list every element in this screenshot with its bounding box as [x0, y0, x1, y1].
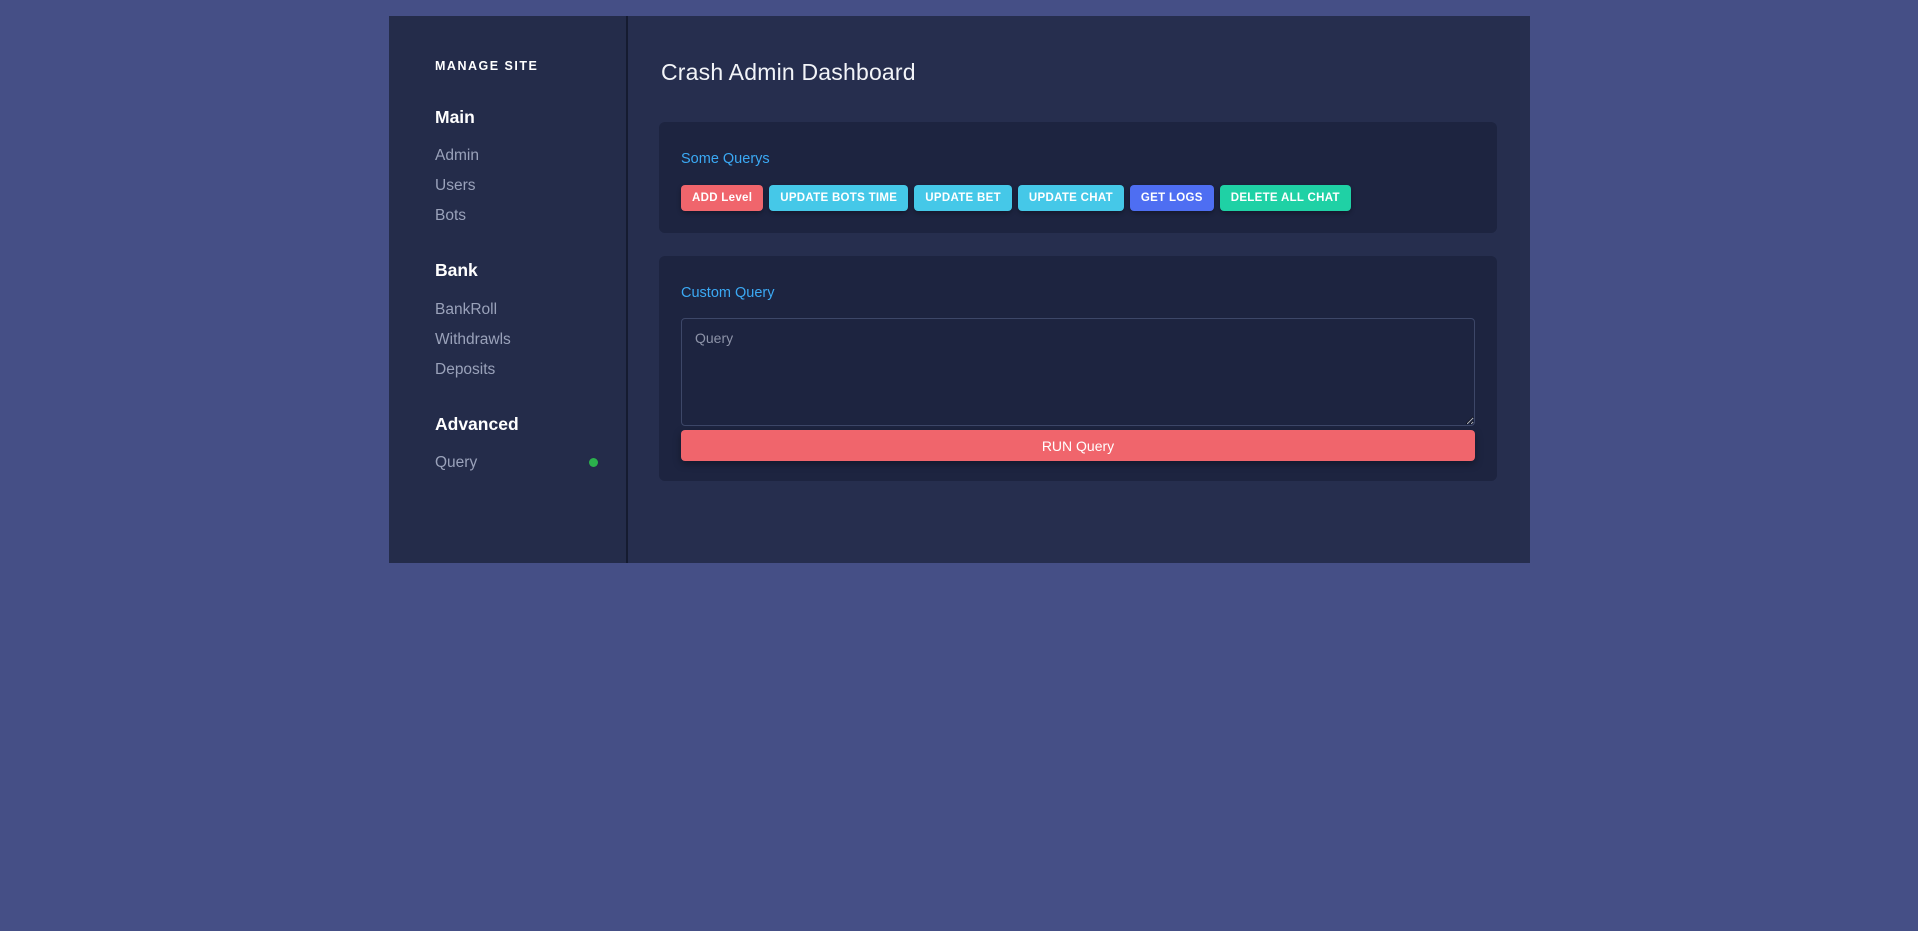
sidebar-item-withdrawls[interactable]: Withdrawls	[389, 327, 626, 352]
delete-all-chat-button[interactable]: DELETE ALL CHAT	[1220, 185, 1351, 211]
sidebar-item-label: Admin	[435, 143, 479, 168]
run-query-button[interactable]: RUN Query	[681, 430, 1475, 461]
sidebar-item-label: Users	[435, 173, 475, 198]
sidebar-item-query[interactable]: Query	[389, 450, 626, 475]
some-querys-card: Some Querys ADD Level UPDATE BOTS TIME U…	[659, 122, 1497, 233]
update-bet-button[interactable]: UPDATE BET	[914, 185, 1012, 211]
sidebar-item-bankroll[interactable]: BankRoll	[389, 297, 626, 322]
sidebar-item-admin[interactable]: Admin	[389, 143, 626, 168]
update-chat-button[interactable]: UPDATE CHAT	[1018, 185, 1124, 211]
nav-group-main: Main Admin Users Bots	[389, 109, 626, 229]
nav-group-bank: Bank BankRoll Withdrawls Deposits	[389, 262, 626, 382]
nav-group-title-bank: Bank	[389, 262, 626, 280]
some-querys-heading: Some Querys	[681, 152, 1475, 167]
sidebar: MANAGE SITE Main Admin Users Bots Bank B…	[389, 16, 628, 563]
nav-group-advanced: Advanced Query	[389, 416, 626, 476]
sidebar-nav: Main Admin Users Bots Bank BankRoll With…	[389, 109, 626, 476]
query-button-row: ADD Level UPDATE BOTS TIME UPDATE BET UP…	[681, 185, 1475, 211]
update-bots-time-button[interactable]: UPDATE BOTS TIME	[769, 185, 908, 211]
custom-query-heading: Custom Query	[681, 286, 1475, 301]
main-content: Crash Admin Dashboard Some Querys ADD Le…	[628, 16, 1530, 563]
page-title: Crash Admin Dashboard	[628, 31, 1530, 87]
add-level-button[interactable]: ADD Level	[681, 185, 763, 211]
custom-query-card: Custom Query RUN Query	[659, 256, 1497, 482]
sidebar-item-users[interactable]: Users	[389, 173, 626, 198]
sidebar-item-label: Query	[435, 450, 477, 475]
brand-label: MANAGE SITE	[389, 16, 626, 73]
sidebar-item-deposits[interactable]: Deposits	[389, 357, 626, 382]
sidebar-item-label: Bots	[435, 203, 466, 228]
sidebar-item-label: BankRoll	[435, 297, 497, 322]
nav-group-title-main: Main	[389, 109, 626, 127]
query-input[interactable]	[681, 318, 1475, 426]
sidebar-item-bots[interactable]: Bots	[389, 203, 626, 228]
sidebar-item-label: Withdrawls	[435, 327, 511, 352]
get-logs-button[interactable]: GET LOGS	[1130, 185, 1214, 211]
status-dot-icon	[589, 458, 598, 467]
sidebar-item-label: Deposits	[435, 357, 495, 382]
nav-group-title-advanced: Advanced	[389, 416, 626, 434]
admin-app-window: MANAGE SITE Main Admin Users Bots Bank B…	[389, 16, 1530, 563]
